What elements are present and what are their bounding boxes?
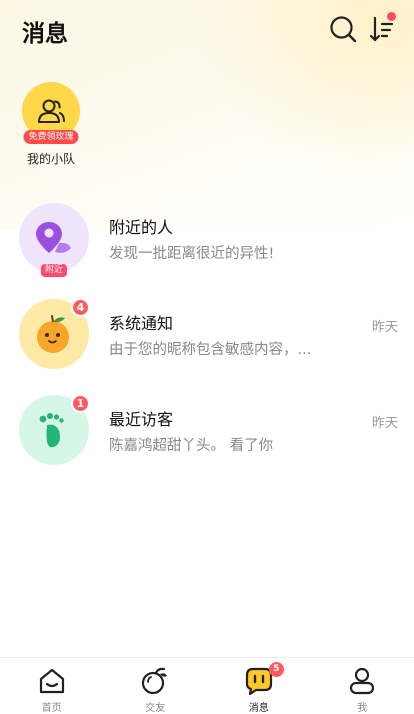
conversation-list: 附近 附近的人 发现一批距离很近的异性! 4 系统通知 由于您的昵称包含敏感内容…	[0, 198, 414, 486]
location-pin-icon	[36, 222, 71, 253]
nearby-tag: 附近	[40, 264, 68, 277]
page-title: 消息	[22, 21, 68, 47]
tab-home[interactable]: 首页	[0, 658, 104, 714]
avatar: 4	[19, 298, 90, 369]
group-icon	[38, 99, 65, 123]
unread-count-badge: 1	[71, 394, 90, 413]
list-item-visitors[interactable]: 1 最近访客 陈嘉鸿超甜丫头。 看了你 昨天	[0, 390, 414, 486]
conversation-preview: 陈嘉鸿超甜丫头。 看了你	[109, 438, 274, 454]
sort-icon[interactable]	[368, 12, 398, 44]
team-label: 我的小队	[26, 152, 75, 166]
notification-dot	[387, 12, 396, 21]
conversation-title: 最近访客	[109, 410, 174, 429]
orange-mascot-icon	[37, 315, 69, 353]
tab-messages[interactable]: 5 消息	[207, 658, 311, 714]
conversation-time: 昨天	[371, 320, 398, 335]
tab-badge: 5	[268, 662, 284, 677]
avatar: 附近	[19, 203, 89, 277]
free-rose-badge: 免费领玫瑰	[23, 130, 79, 144]
tab-dating[interactable]: 交友	[104, 658, 208, 714]
conversation-time: 昨天	[371, 416, 398, 431]
unread-count-badge: 4	[71, 298, 90, 317]
avatar: 1	[19, 394, 90, 465]
home-icon	[37, 666, 67, 696]
tab-label: 交友	[145, 703, 166, 714]
message-icon: 5	[244, 662, 284, 696]
conversation-preview: 由于您的昵称包含敏感内容，...	[109, 342, 312, 358]
team-avatar: 免费领玫瑰	[22, 82, 80, 144]
list-item-system[interactable]: 4 系统通知 由于您的昵称包含敏感内容，... 昨天	[0, 294, 414, 390]
bottom-tab-bar: 首页 交友 5 消息 我	[0, 657, 414, 714]
conversation-preview: 发现一批距离很近的异性!	[109, 246, 275, 262]
my-team-button[interactable]: 免费领玫瑰 我的小队	[18, 82, 84, 167]
list-item-nearby[interactable]: 附近 附近的人 发现一批距离很近的异性!	[0, 198, 414, 294]
tab-label: 首页	[41, 703, 62, 714]
tab-label: 我	[357, 703, 368, 714]
conversation-title: 系统通知	[109, 314, 174, 333]
search-icon[interactable]	[328, 14, 358, 44]
fruit-icon	[140, 666, 170, 696]
header: 消息	[0, 0, 414, 58]
footprint-icon	[39, 413, 64, 448]
profile-icon	[347, 666, 377, 696]
conversation-title: 附近的人	[109, 218, 174, 237]
tab-profile[interactable]: 我	[311, 658, 414, 714]
tab-label: 消息	[248, 703, 269, 714]
